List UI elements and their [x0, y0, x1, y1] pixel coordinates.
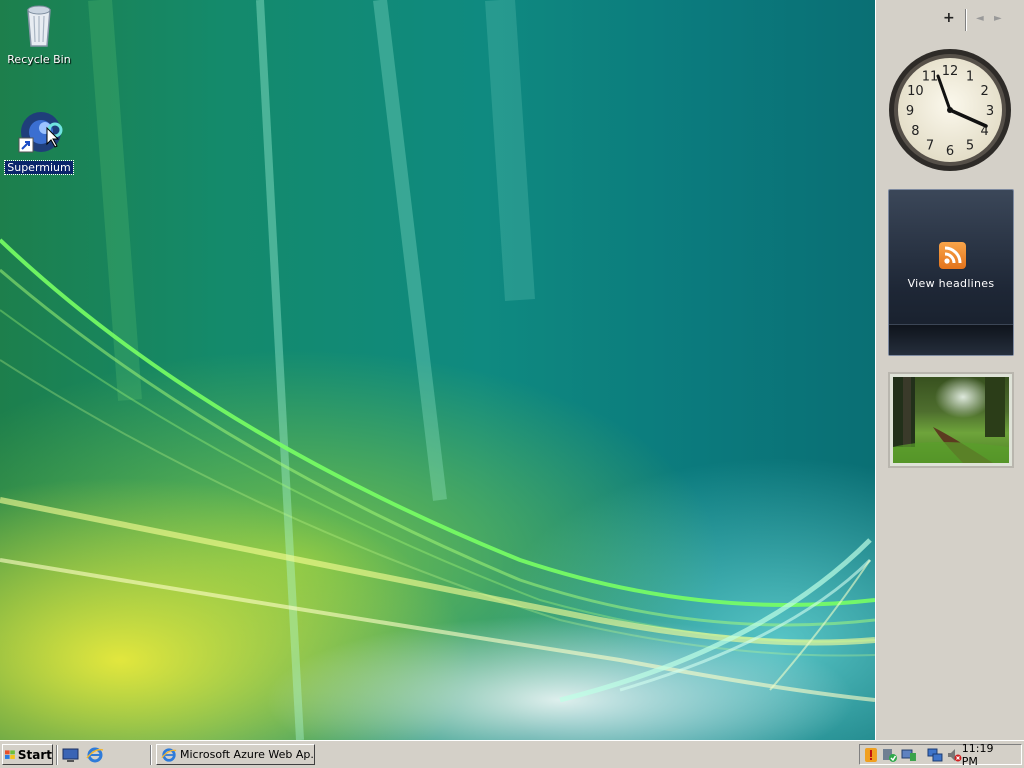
- clock-time[interactable]: 11:19 PM: [962, 742, 1013, 768]
- forest-photo: [893, 377, 1009, 463]
- clock-numeral: 3: [986, 104, 994, 119]
- internet-explorer-icon[interactable]: [86, 746, 104, 764]
- clock-numeral: 1: [966, 69, 974, 84]
- rss-icon: [939, 242, 966, 269]
- feed-footer-bar: [889, 324, 1013, 355]
- clock-numeral: 10: [907, 84, 924, 99]
- feed-headlines-gadget[interactable]: View headlines: [888, 189, 1014, 356]
- clock-numeral: 2: [980, 84, 988, 99]
- warning-shield-icon[interactable]: [863, 747, 879, 763]
- wallpaper: [0, 0, 875, 740]
- desktop-icon-label: Supermium: [4, 160, 74, 175]
- recycle-bin-icon: [27, 5, 51, 47]
- add-gadget-button[interactable]: +: [943, 10, 955, 26]
- start-button[interactable]: Start: [2, 744, 53, 765]
- clock-numeral: 12: [942, 64, 959, 79]
- security-status-icon[interactable]: [882, 747, 898, 763]
- system-tray: 11:19 PM: [859, 742, 1022, 768]
- show-desktop-icon[interactable]: [62, 746, 80, 764]
- taskbar-window-button[interactable]: Microsoft Azure Web Ap...: [156, 744, 315, 765]
- desktop[interactable]: Recycle Bin Supermium: [0, 0, 875, 740]
- clock-numeral: 7: [926, 139, 934, 154]
- clock-numeral: 5: [966, 139, 974, 154]
- desktop-icon-supermium[interactable]: Supermium: [4, 108, 74, 175]
- internet-explorer-icon: [161, 747, 177, 762]
- clock-numeral: 8: [911, 124, 919, 139]
- start-label: Start: [17, 747, 52, 762]
- clock-numeral: 11: [922, 69, 939, 84]
- clock-gadget[interactable]: 12 1234567891011: [888, 48, 1012, 172]
- windows-logo-icon: [5, 749, 15, 759]
- computer-green-icon[interactable]: [901, 747, 917, 763]
- next-gadget-arrow-icon[interactable]: ►: [994, 13, 1002, 24]
- taskbar-divider: [150, 745, 152, 765]
- desktop-icon-recycle-bin[interactable]: Recycle Bin: [4, 2, 74, 66]
- clock-numeral: 6: [946, 144, 954, 159]
- window-button-label: Microsoft Azure Web Ap...: [180, 748, 315, 761]
- taskbar: Start Microsoft Azure Web Ap... 11:19 PM: [0, 740, 1024, 768]
- supermium-icon: [18, 112, 63, 153]
- view-headlines-label: View headlines: [907, 277, 995, 290]
- clock-numeral: 9: [906, 104, 914, 119]
- prev-gadget-arrow-icon[interactable]: ◄: [976, 13, 984, 24]
- volume-muted-icon[interactable]: [946, 747, 962, 763]
- slideshow-gadget[interactable]: [888, 372, 1014, 468]
- sidebar-divider: [965, 9, 967, 31]
- network-icon[interactable]: [927, 747, 943, 763]
- desktop-icon-label: Recycle Bin: [7, 53, 71, 66]
- sidebar: + ◄ ► 12 1 2 3 4 5 6 7 8 9 10 11 View headlines: [875, 0, 1024, 740]
- taskbar-divider: [56, 745, 58, 765]
